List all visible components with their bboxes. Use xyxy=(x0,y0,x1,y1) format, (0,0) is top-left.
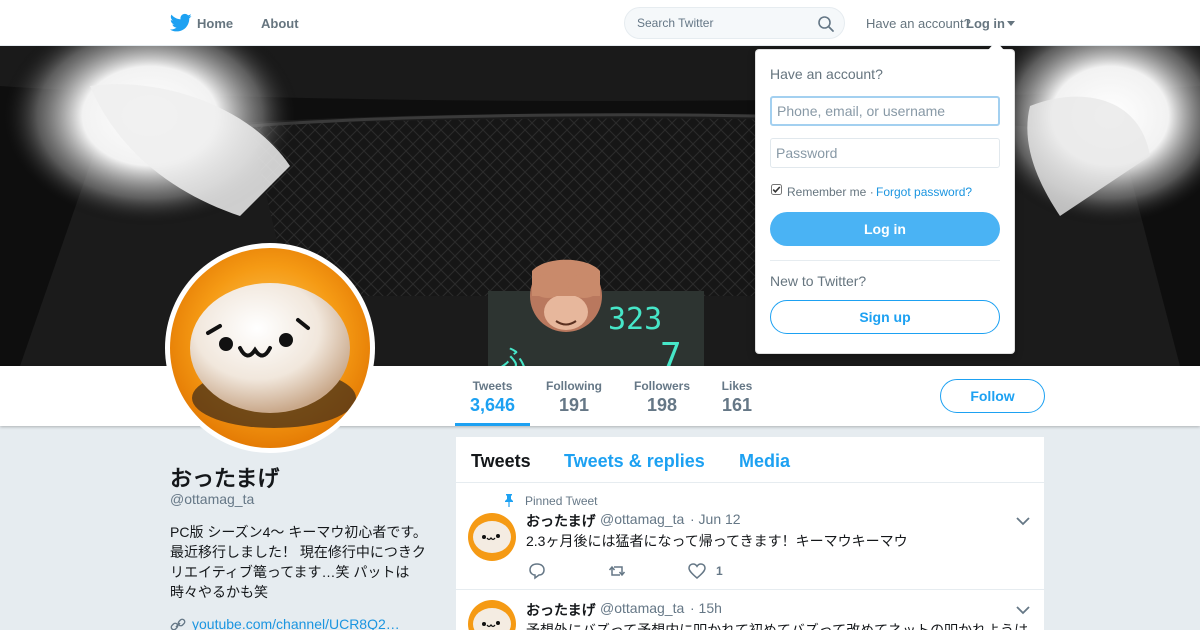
timeline: Tweets Tweets & replies Media Pinned Twe… xyxy=(456,437,1044,630)
search-box xyxy=(624,7,845,39)
like-heart-icon[interactable] xyxy=(688,562,706,580)
stat-following[interactable]: Following 191 xyxy=(541,366,607,426)
tab-media[interactable]: Media xyxy=(739,451,790,472)
avatar-image xyxy=(170,248,370,448)
tweet-author-handle[interactable]: @ottamag_ta xyxy=(600,600,684,616)
tweet-item[interactable]: おったまげ @ottamag_ta · 15h 予想外にバズって予想内に叩かれて… xyxy=(456,590,1044,630)
tab-tweets-and-replies[interactable]: Tweets & replies xyxy=(564,451,705,472)
chevron-down-icon[interactable] xyxy=(1007,21,1015,26)
profile-name[interactable]: おったまげ xyxy=(170,461,279,493)
avatar-image xyxy=(468,600,516,630)
pinned-label: Pinned Tweet xyxy=(525,494,598,508)
profile-bio: PC版 シーズン4〜 キーマウ初心者です。最近移行しました！ 現在修行中につきク… xyxy=(170,524,427,600)
login-button[interactable]: Log in xyxy=(770,212,1000,246)
like-count: 1 xyxy=(716,564,723,578)
remember-me-checkbox[interactable] xyxy=(771,184,782,195)
password-field[interactable] xyxy=(770,138,1000,168)
stat-tweets[interactable]: Tweets 3,646 xyxy=(455,366,530,426)
remember-me-label: Remember me · xyxy=(787,185,874,199)
reply-icon[interactable] xyxy=(528,562,546,580)
stat-value: 161 xyxy=(721,395,753,415)
profile-handle[interactable]: @ottamag_ta xyxy=(170,491,254,507)
tab-tweets[interactable]: Tweets xyxy=(471,451,531,472)
stat-label: Likes xyxy=(721,379,753,393)
login-dropdown: Have an account? Remember me · Forgot pa… xyxy=(755,41,1015,354)
svg-text:323: 323 xyxy=(608,302,662,337)
tweet-avatar[interactable] xyxy=(468,600,516,630)
avatar[interactable] xyxy=(165,243,375,453)
nav-about-link[interactable]: About xyxy=(261,16,299,31)
twitter-bird-icon[interactable] xyxy=(170,13,192,33)
tweet-text: 予想外にバズって予想内に叩かれて初めてバズって改めてネットの叩かれようは xyxy=(526,622,1029,630)
link-icon xyxy=(170,618,186,630)
timeline-tabs: Tweets Tweets & replies Media xyxy=(456,437,1044,483)
divider xyxy=(770,260,1000,261)
signup-button[interactable]: Sign up xyxy=(770,300,1000,334)
username-field[interactable] xyxy=(770,96,1000,126)
dropdown-title: Have an account? xyxy=(770,66,883,82)
search-input[interactable] xyxy=(625,8,815,38)
stat-value: 3,646 xyxy=(469,395,516,415)
profile-website-link[interactable]: youtube.com/channel/UCR8Q2… xyxy=(192,616,400,630)
stat-followers[interactable]: Followers 198 xyxy=(628,366,696,426)
tweet-text: 2.3ヶ月後には猛者になって帰ってきます！キーマウキーマウ xyxy=(526,533,908,549)
new-to-twitter-text: New to Twitter? xyxy=(770,273,867,289)
nav-home-link[interactable]: Home xyxy=(197,16,233,31)
tweet-timestamp[interactable]: · Jun 12 xyxy=(690,511,741,527)
avatar-image xyxy=(468,513,516,561)
forgot-password-link[interactable]: Forgot password? xyxy=(876,185,972,199)
top-navbar: Home About Have an account? Log in xyxy=(0,0,1200,46)
chevron-down-icon[interactable] xyxy=(1016,605,1030,615)
tweet-author-handle[interactable]: @ottamag_ta xyxy=(600,511,684,527)
login-menu-link[interactable]: Log in xyxy=(966,16,1005,31)
tweet-item[interactable]: Pinned Tweet おったまげ @ottamag_ta · Jun 12 … xyxy=(456,483,1044,590)
stat-value: 198 xyxy=(646,395,678,415)
stat-label: Followers xyxy=(633,379,690,393)
search-icon[interactable] xyxy=(817,15,835,33)
retweet-icon[interactable] xyxy=(608,562,626,580)
pin-icon xyxy=(505,494,513,507)
tweet-timestamp[interactable]: · 15h xyxy=(690,600,722,616)
svg-text:ふ: ふ xyxy=(500,345,526,366)
svg-text:7: 7 xyxy=(660,336,682,366)
tweet-author-name[interactable]: おったまげ xyxy=(526,511,596,531)
chevron-down-icon[interactable] xyxy=(1016,516,1030,526)
see-no-evil-monkey-emoji xyxy=(530,259,602,332)
stat-label: Tweets xyxy=(472,379,513,393)
have-account-text: Have an account? xyxy=(866,16,971,31)
stat-label: Following xyxy=(546,379,602,393)
tweet-author-name[interactable]: おったまげ xyxy=(526,600,596,620)
follow-button[interactable]: Follow xyxy=(940,379,1045,413)
tweet-avatar[interactable] xyxy=(468,513,516,561)
stat-value: 191 xyxy=(558,395,590,415)
stat-likes[interactable]: Likes 161 xyxy=(716,366,758,426)
